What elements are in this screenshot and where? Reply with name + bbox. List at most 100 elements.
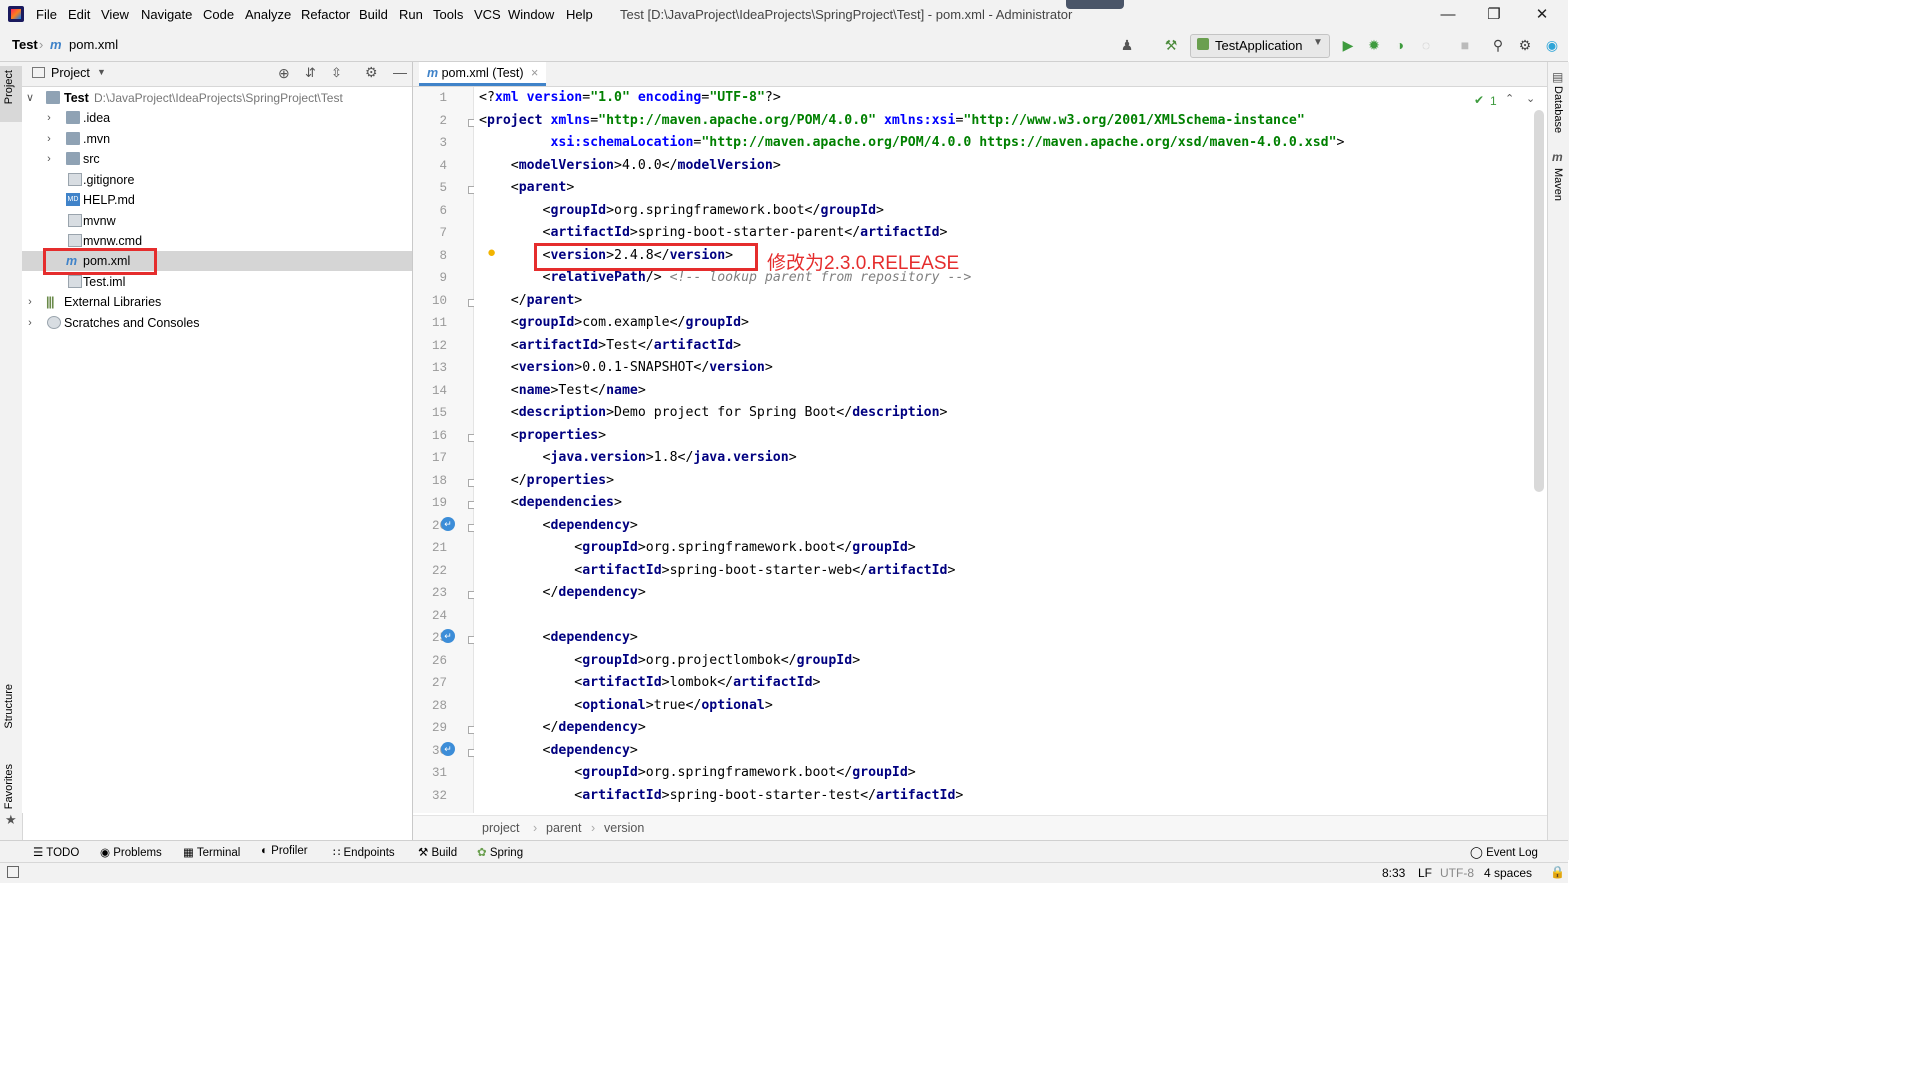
code-line: <parent> xyxy=(510,180,575,195)
close-icon[interactable]: ✕ xyxy=(1530,4,1554,26)
tab-endpoints[interactable]: ∷ Endpoints xyxy=(333,845,395,859)
lightbulb-icon[interactable]: ● xyxy=(487,244,496,261)
search-icon[interactable]: ⚲ xyxy=(1489,36,1507,54)
tree-item-scratches[interactable]: › Scratches and Consoles xyxy=(22,313,412,333)
maven-file-icon: m xyxy=(427,66,439,80)
menu-code[interactable]: Code xyxy=(203,7,234,22)
menu-tools[interactable]: Tools xyxy=(433,7,463,22)
vertical-scrollbar[interactable] xyxy=(1534,110,1544,492)
problems-icon: ◉ xyxy=(100,847,114,859)
maven-tool-tab[interactable]: Maven xyxy=(1552,168,1564,201)
gitignore-file-icon xyxy=(68,173,82,186)
inspection-count: 1 xyxy=(1490,94,1497,108)
menu-build[interactable]: Build xyxy=(359,7,388,22)
code-editor[interactable]: <?xml version="1.0" encoding="UTF-8"?> <… xyxy=(474,87,1534,813)
code-line: <java.version>1.8</java.version> xyxy=(542,450,797,465)
gear-icon[interactable]: ⚙ xyxy=(365,64,378,81)
file-encoding[interactable]: UTF-8 xyxy=(1440,866,1474,880)
tree-label: src xyxy=(83,152,100,166)
breadcrumb-separator-icon: › xyxy=(591,821,596,835)
tab-event-log[interactable]: ◯ Event Log xyxy=(1470,845,1538,859)
tree-root[interactable]: ∨ Test D:\JavaProject\IdeaProjects\Sprin… xyxy=(22,88,412,108)
line-separator[interactable]: LF xyxy=(1418,866,1432,880)
code-line: <artifactId>Test</artifactId> xyxy=(510,337,742,353)
code-line: </dependency> xyxy=(542,720,646,735)
run-config-selector[interactable]: TestApplication ▼ xyxy=(1190,34,1330,58)
project-view-icon xyxy=(32,67,45,78)
tab-problems[interactable]: ◉ Problems xyxy=(100,845,162,859)
collapse-all-icon[interactable]: ⇳ xyxy=(331,65,342,81)
build-hammer-icon[interactable]: ⚒ xyxy=(1162,36,1180,54)
tab-build[interactable]: ⚒ Build xyxy=(418,845,457,859)
breadcrumb-version[interactable]: version xyxy=(604,821,644,835)
tree-item-iml[interactable]: Test.iml xyxy=(22,272,412,292)
code-line: <dependency> xyxy=(542,742,638,758)
structure-tool-tab[interactable]: Structure xyxy=(3,684,15,729)
database-tool-tab[interactable]: Database xyxy=(1552,86,1564,133)
nav-file[interactable]: pom.xml xyxy=(69,37,118,52)
menu-window[interactable]: Window xyxy=(508,7,554,22)
settings-gear-icon[interactable]: ⚙ xyxy=(1516,36,1534,54)
dependency-gutter-icon[interactable]: ↵ xyxy=(441,517,455,531)
tree-item-external-libraries[interactable]: › ||| External Libraries xyxy=(22,292,412,312)
breadcrumb-project[interactable]: project xyxy=(482,821,520,835)
line-number: 21 xyxy=(431,541,447,555)
tab-todo[interactable]: ☰ TODO xyxy=(33,845,79,859)
dependency-gutter-icon[interactable]: ↵ xyxy=(441,742,455,756)
tree-item-idea[interactable]: › .idea xyxy=(22,108,412,128)
tree-label: HELP.md xyxy=(83,193,135,207)
restore-icon[interactable]: ❐ xyxy=(1482,4,1506,26)
coverage-icon[interactable]: ◑ xyxy=(1391,36,1409,54)
favorites-tool-tab[interactable]: Favorites xyxy=(3,764,15,809)
tree-item-mvnw[interactable]: mvnw xyxy=(22,211,412,231)
menu-vcs[interactable]: VCS xyxy=(474,7,501,22)
user-icon[interactable]: ♟ xyxy=(1118,36,1136,54)
breadcrumb-parent[interactable]: parent xyxy=(546,821,581,835)
menu-edit[interactable]: Edit xyxy=(68,7,90,22)
chevron-up-icon[interactable]: ⌃ xyxy=(1505,92,1514,105)
dependency-gutter-icon[interactable]: ↵ xyxy=(441,629,455,643)
menu-view[interactable]: View xyxy=(101,7,129,22)
tree-item-src[interactable]: › src xyxy=(22,149,412,169)
tree-label: .idea xyxy=(83,111,111,125)
chevron-down-icon[interactable]: ▼ xyxy=(97,67,106,77)
tree-item-gitignore[interactable]: .gitignore xyxy=(22,170,412,190)
nav-project[interactable]: Test xyxy=(12,37,38,52)
event-log-icon: ◯ xyxy=(1470,847,1487,859)
script-file-icon xyxy=(68,214,82,227)
profile-icon[interactable]: ◌ xyxy=(1417,36,1435,54)
menu-help[interactable]: Help xyxy=(566,7,593,22)
toolbox-icon[interactable]: ◉ xyxy=(1543,36,1561,54)
check-icon[interactable]: ✔ xyxy=(1474,93,1484,107)
tab-pom-xml[interactable]: m pom.xml (Test) × xyxy=(419,62,547,86)
debug-icon[interactable]: ✹ xyxy=(1365,36,1383,54)
tree-item-mvn[interactable]: › .mvn xyxy=(22,129,412,149)
code-line: <artifactId>spring-boot-starter-parent</… xyxy=(542,225,948,240)
layout-icon[interactable] xyxy=(7,866,19,878)
window-title: Test [D:\JavaProject\IdeaProjects\Spring… xyxy=(620,7,1073,22)
close-tab-icon[interactable]: × xyxy=(531,66,538,80)
hide-panel-icon[interactable]: — xyxy=(393,64,407,80)
project-panel-title[interactable]: Project xyxy=(51,66,90,80)
run-icon[interactable]: ▶ xyxy=(1339,36,1357,54)
tab-spring[interactable]: ✿ Spring xyxy=(477,845,523,859)
tab-terminal[interactable]: ▦ Terminal xyxy=(183,845,240,859)
project-tool-tab[interactable]: Project xyxy=(3,70,15,104)
menu-navigate[interactable]: Navigate xyxy=(141,7,192,22)
tab-profiler[interactable]: ◐ Profiler xyxy=(261,845,308,857)
menu-refactor[interactable]: Refactor xyxy=(301,7,350,22)
stop-icon[interactable]: ■ xyxy=(1456,36,1474,54)
lock-icon[interactable]: 🔒 xyxy=(1550,865,1565,879)
menu-run[interactable]: Run xyxy=(399,7,423,22)
menu-analyze[interactable]: Analyze xyxy=(245,7,291,22)
locate-icon[interactable]: ⊕ xyxy=(278,65,290,82)
caret-position[interactable]: 8:33 xyxy=(1382,866,1405,880)
minimize-icon[interactable]: — xyxy=(1436,4,1460,26)
expand-all-icon[interactable]: ⇵ xyxy=(305,65,316,81)
tree-item-help[interactable]: MD HELP.md xyxy=(22,190,412,210)
chevron-down-icon[interactable]: ⌄ xyxy=(1526,92,1535,105)
indent-setting[interactable]: 4 spaces xyxy=(1484,866,1532,880)
menu-file[interactable]: File xyxy=(36,7,57,22)
line-number: 28 xyxy=(431,698,447,713)
tree-label: .gitignore xyxy=(83,173,135,187)
